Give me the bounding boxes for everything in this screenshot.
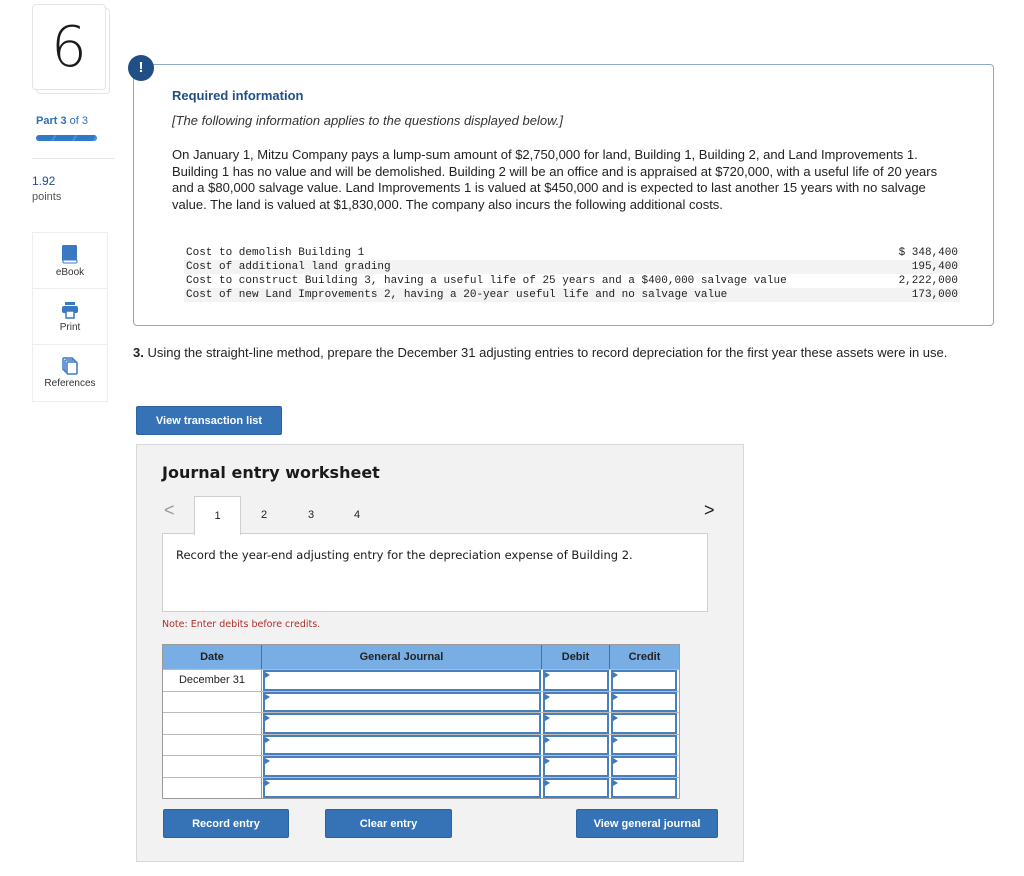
additional-costs-table: Cost to demolish Building 1 $ 348,400 Cos… [184, 246, 960, 302]
cost-amount: 195,400 [860, 260, 960, 274]
instruction-text: Record the year-end adjusting entry for … [176, 548, 633, 562]
cost-row: Cost to construct Building 3, having a u… [184, 274, 960, 288]
clear-entry-button[interactable]: Clear entry [325, 809, 452, 838]
cost-description: Cost to construct Building 3, having a u… [186, 275, 787, 287]
required-info-subtitle: [The following information applies to th… [172, 113, 563, 128]
prev-tab-chevron-icon[interactable]: < [164, 500, 175, 521]
debit-input[interactable] [543, 670, 609, 691]
column-debit: Debit [542, 645, 610, 669]
row-date [163, 713, 262, 734]
cost-amount: $ 348,400 [898, 247, 958, 259]
tab-3[interactable]: 3 [297, 496, 325, 534]
record-entry-button[interactable]: Record entry [163, 809, 289, 838]
ebook-button[interactable]: eBook [33, 233, 107, 289]
journal-table: Date General Journal Debit Credit Decemb… [162, 644, 680, 799]
question-body: Using the straight-line method, prepare … [143, 345, 948, 360]
account-select[interactable] [263, 691, 541, 712]
points-label: points [32, 191, 62, 203]
cost-row: Cost of additional land grading 195,400 [184, 260, 960, 274]
references-button[interactable]: References [33, 345, 107, 401]
print-button[interactable]: Print [33, 289, 107, 345]
cost-amount: 173,000 [860, 288, 960, 302]
debit-input[interactable] [543, 691, 609, 712]
copy-documents-icon [62, 357, 78, 375]
column-general-journal: General Journal [262, 645, 542, 669]
account-select[interactable] [263, 777, 541, 798]
worksheet-title: Journal entry worksheet [162, 463, 380, 482]
cost-amount: 2,222,000 [898, 275, 958, 287]
row-date [163, 777, 262, 798]
cost-row: Cost of new Land Improvements 2, having … [184, 288, 960, 302]
question-text: 3. Using the straight-line method, prepa… [133, 345, 1003, 362]
row-date [163, 734, 262, 755]
column-date: Date [163, 645, 262, 669]
required-info-body: On January 1, Mitzu Company pays a lump-… [172, 147, 938, 212]
part-progress-bar [36, 135, 97, 141]
view-general-journal-button[interactable]: View general journal [576, 809, 718, 838]
debit-input[interactable] [543, 756, 609, 777]
account-select[interactable] [263, 734, 541, 755]
journal-row [163, 776, 679, 798]
account-select[interactable] [263, 756, 541, 777]
journal-row [163, 733, 679, 755]
part-indicator: Part 3 of 3 [36, 115, 88, 127]
question-number-label: 3. [133, 345, 144, 360]
part-label: Part 3 [36, 115, 67, 127]
tab-2[interactable]: 2 [250, 496, 278, 534]
credit-input[interactable] [611, 734, 677, 755]
journal-row [163, 690, 679, 712]
debit-input[interactable] [543, 734, 609, 755]
debits-note: Note: Enter debits before credits. [162, 619, 321, 630]
printer-icon [62, 301, 78, 319]
row-date [163, 691, 262, 712]
tools-panel: eBook Print References [32, 232, 108, 402]
next-tab-chevron-icon[interactable]: > [704, 500, 715, 521]
credit-input[interactable] [611, 670, 677, 691]
debit-input[interactable] [543, 713, 609, 734]
ebook-label: eBook [55, 266, 85, 278]
instruction-box [162, 533, 708, 612]
cost-description: Cost of new Land Improvements 2, having … [184, 288, 860, 302]
cost-description: Cost of additional land grading [184, 260, 860, 274]
alert-icon: ! [128, 55, 154, 81]
row-date: December 31 [163, 670, 262, 691]
part-of: of 3 [69, 115, 89, 127]
column-credit: Credit [628, 651, 661, 663]
cost-row: Cost to demolish Building 1 $ 348,400 [184, 246, 960, 260]
book-icon [62, 244, 78, 263]
tab-4[interactable]: 4 [343, 496, 371, 534]
credit-input[interactable] [611, 777, 677, 798]
required-info-title: Required information [172, 88, 304, 103]
debit-input[interactable] [543, 777, 609, 798]
journal-row [163, 755, 679, 777]
credit-input[interactable] [611, 756, 677, 777]
journal-row: December 31 [163, 669, 679, 691]
references-label: References [44, 378, 96, 389]
tab-1[interactable]: 1 [194, 496, 241, 535]
points-value: 1.92 [32, 174, 56, 188]
divider [32, 158, 114, 159]
account-select[interactable] [263, 670, 541, 691]
question-number-card: 6 [32, 4, 110, 94]
row-date [163, 756, 262, 777]
journal-table-header: Date General Journal Debit Credit [163, 645, 679, 669]
view-transaction-list-button[interactable]: View transaction list [136, 406, 282, 435]
account-select[interactable] [263, 713, 541, 734]
credit-input[interactable] [611, 713, 677, 734]
cost-description: Cost to demolish Building 1 [186, 247, 365, 259]
journal-row [163, 712, 679, 734]
question-number: 6 [32, 4, 106, 90]
credit-input[interactable] [611, 691, 677, 712]
print-label: Print [59, 321, 81, 333]
